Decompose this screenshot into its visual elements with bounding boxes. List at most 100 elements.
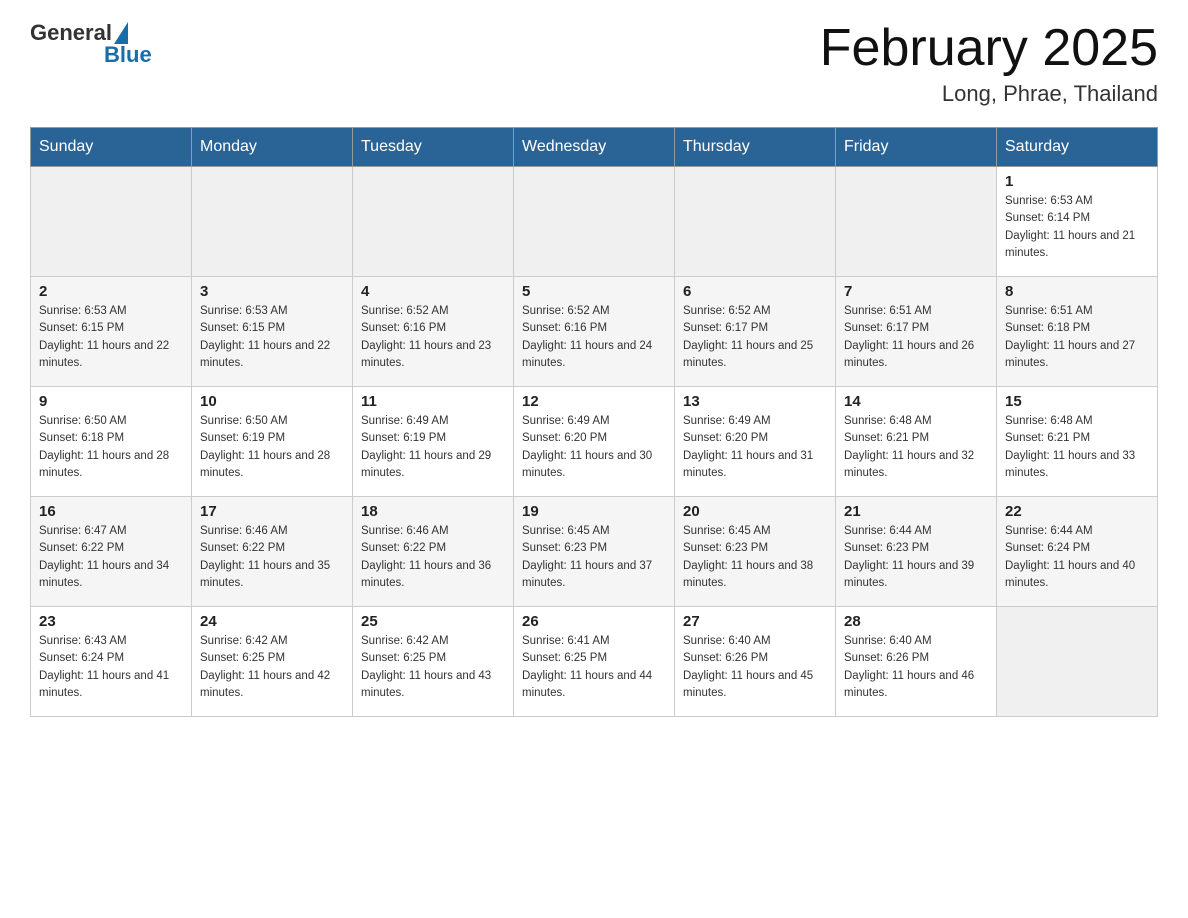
calendar-day-cell (514, 167, 675, 277)
day-info: Sunrise: 6:44 AMSunset: 6:23 PMDaylight:… (844, 523, 988, 592)
calendar-day-cell: 12 Sunrise: 6:49 AMSunset: 6:20 PMDayligh… (514, 387, 675, 497)
day-number: 20 (683, 503, 827, 520)
calendar-day-cell: 10 Sunrise: 6:50 AMSunset: 6:19 PMDayligh… (192, 387, 353, 497)
weekday-header-tuesday: Tuesday (353, 128, 514, 167)
calendar-week-row: 2 Sunrise: 6:53 AMSunset: 6:15 PMDaylight… (31, 277, 1158, 387)
calendar-day-cell: 23 Sunrise: 6:43 AMSunset: 6:24 PMDayligh… (31, 607, 192, 717)
calendar-day-cell: 28 Sunrise: 6:40 AMSunset: 6:26 PMDayligh… (836, 607, 997, 717)
calendar-week-row: 23 Sunrise: 6:43 AMSunset: 6:24 PMDayligh… (31, 607, 1158, 717)
calendar-day-cell (31, 167, 192, 277)
day-number: 2 (39, 283, 183, 300)
day-info: Sunrise: 6:52 AMSunset: 6:16 PMDaylight:… (361, 303, 505, 372)
calendar-day-cell: 27 Sunrise: 6:40 AMSunset: 6:26 PMDayligh… (675, 607, 836, 717)
calendar-day-cell: 20Sunrise: 6:45 AMSunset: 6:23 PMDayligh… (675, 497, 836, 607)
day-info: Sunrise: 6:49 AMSunset: 6:20 PMDaylight:… (522, 413, 666, 482)
day-number: 7 (844, 283, 988, 300)
calendar-day-cell: 19Sunrise: 6:45 AMSunset: 6:23 PMDayligh… (514, 497, 675, 607)
day-number: 24 (200, 613, 344, 630)
day-info: Sunrise: 6:49 AMSunset: 6:20 PMDaylight:… (683, 413, 827, 482)
day-number: 22 (1005, 503, 1149, 520)
calendar-table: SundayMondayTuesdayWednesdayThursdayFrid… (30, 127, 1158, 717)
day-number: 23 (39, 613, 183, 630)
day-info: Sunrise: 6:49 AMSunset: 6:19 PMDaylight:… (361, 413, 505, 482)
day-number: 26 (522, 613, 666, 630)
day-number: 3 (200, 283, 344, 300)
calendar-day-cell: 13 Sunrise: 6:49 AMSunset: 6:20 PMDayligh… (675, 387, 836, 497)
day-number: 12 (522, 393, 666, 410)
day-info: Sunrise: 6:42 AMSunset: 6:25 PMDaylight:… (361, 633, 505, 702)
calendar-week-row: 1Sunrise: 6:53 AMSunset: 6:14 PMDaylight… (31, 167, 1158, 277)
calendar-day-cell: 2 Sunrise: 6:53 AMSunset: 6:15 PMDaylight… (31, 277, 192, 387)
day-number: 4 (361, 283, 505, 300)
day-info: Sunrise: 6:53 AMSunset: 6:15 PMDaylight:… (200, 303, 344, 372)
logo: General Blue (30, 20, 152, 68)
calendar-week-row: 9 Sunrise: 6:50 AMSunset: 6:18 PMDaylight… (31, 387, 1158, 497)
day-number: 27 (683, 613, 827, 630)
calendar-day-cell: 3 Sunrise: 6:53 AMSunset: 6:15 PMDaylight… (192, 277, 353, 387)
weekday-header-friday: Friday (836, 128, 997, 167)
calendar-day-cell (192, 167, 353, 277)
day-info: Sunrise: 6:50 AMSunset: 6:19 PMDaylight:… (200, 413, 344, 482)
day-info: Sunrise: 6:46 AMSunset: 6:22 PMDaylight:… (361, 523, 505, 592)
day-number: 13 (683, 393, 827, 410)
calendar-day-cell: 21Sunrise: 6:44 AMSunset: 6:23 PMDayligh… (836, 497, 997, 607)
calendar-day-cell: 24 Sunrise: 6:42 AMSunset: 6:25 PMDayligh… (192, 607, 353, 717)
day-number: 6 (683, 283, 827, 300)
day-info: Sunrise: 6:43 AMSunset: 6:24 PMDaylight:… (39, 633, 183, 702)
calendar-day-cell: 11Sunrise: 6:49 AMSunset: 6:19 PMDayligh… (353, 387, 514, 497)
day-info: Sunrise: 6:51 AMSunset: 6:18 PMDaylight:… (1005, 303, 1149, 372)
day-info: Sunrise: 6:41 AMSunset: 6:25 PMDaylight:… (522, 633, 666, 702)
calendar-day-cell: 6 Sunrise: 6:52 AMSunset: 6:17 PMDaylight… (675, 277, 836, 387)
day-number: 14 (844, 393, 988, 410)
calendar-day-cell: 18 Sunrise: 6:46 AMSunset: 6:22 PMDayligh… (353, 497, 514, 607)
calendar-day-cell (353, 167, 514, 277)
calendar-day-cell: 9 Sunrise: 6:50 AMSunset: 6:18 PMDaylight… (31, 387, 192, 497)
calendar-day-cell: 1Sunrise: 6:53 AMSunset: 6:14 PMDaylight… (997, 167, 1158, 277)
day-info: Sunrise: 6:53 AMSunset: 6:14 PMDaylight:… (1005, 193, 1149, 262)
calendar-day-cell: 8 Sunrise: 6:51 AMSunset: 6:18 PMDaylight… (997, 277, 1158, 387)
day-info: Sunrise: 6:52 AMSunset: 6:17 PMDaylight:… (683, 303, 827, 372)
day-info: Sunrise: 6:48 AMSunset: 6:21 PMDaylight:… (1005, 413, 1149, 482)
day-info: Sunrise: 6:52 AMSunset: 6:16 PMDaylight:… (522, 303, 666, 372)
logo-blue-text: Blue (104, 42, 152, 68)
weekday-header-saturday: Saturday (997, 128, 1158, 167)
page-header: General Blue February 2025 Long, Phrae, … (30, 20, 1158, 107)
day-number: 15 (1005, 393, 1149, 410)
day-number: 5 (522, 283, 666, 300)
day-info: Sunrise: 6:46 AMSunset: 6:22 PMDaylight:… (200, 523, 344, 592)
calendar-day-cell: 17 Sunrise: 6:46 AMSunset: 6:22 PMDayligh… (192, 497, 353, 607)
day-info: Sunrise: 6:48 AMSunset: 6:21 PMDaylight:… (844, 413, 988, 482)
day-number: 28 (844, 613, 988, 630)
weekday-header-thursday: Thursday (675, 128, 836, 167)
calendar-day-cell: 25 Sunrise: 6:42 AMSunset: 6:25 PMDayligh… (353, 607, 514, 717)
calendar-day-cell: 16 Sunrise: 6:47 AMSunset: 6:22 PMDayligh… (31, 497, 192, 607)
day-number: 16 (39, 503, 183, 520)
day-number: 17 (200, 503, 344, 520)
calendar-day-cell: 4 Sunrise: 6:52 AMSunset: 6:16 PMDaylight… (353, 277, 514, 387)
day-info: Sunrise: 6:47 AMSunset: 6:22 PMDaylight:… (39, 523, 183, 592)
day-number: 25 (361, 613, 505, 630)
weekday-header-wednesday: Wednesday (514, 128, 675, 167)
day-info: Sunrise: 6:53 AMSunset: 6:15 PMDaylight:… (39, 303, 183, 372)
weekday-header-sunday: Sunday (31, 128, 192, 167)
day-number: 9 (39, 393, 183, 410)
day-number: 10 (200, 393, 344, 410)
calendar-day-cell (836, 167, 997, 277)
calendar-day-cell: 26 Sunrise: 6:41 AMSunset: 6:25 PMDayligh… (514, 607, 675, 717)
day-number: 8 (1005, 283, 1149, 300)
day-info: Sunrise: 6:44 AMSunset: 6:24 PMDaylight:… (1005, 523, 1149, 592)
calendar-week-row: 16 Sunrise: 6:47 AMSunset: 6:22 PMDayligh… (31, 497, 1158, 607)
calendar-day-cell: 5 Sunrise: 6:52 AMSunset: 6:16 PMDaylight… (514, 277, 675, 387)
day-info: Sunrise: 6:50 AMSunset: 6:18 PMDaylight:… (39, 413, 183, 482)
day-number: 19 (522, 503, 666, 520)
day-info: Sunrise: 6:40 AMSunset: 6:26 PMDaylight:… (844, 633, 988, 702)
day-info: Sunrise: 6:42 AMSunset: 6:25 PMDaylight:… (200, 633, 344, 702)
calendar-day-cell: 14 Sunrise: 6:48 AMSunset: 6:21 PMDayligh… (836, 387, 997, 497)
logo-triangle-icon (114, 22, 128, 44)
day-number: 18 (361, 503, 505, 520)
calendar-day-cell: 15 Sunrise: 6:48 AMSunset: 6:21 PMDayligh… (997, 387, 1158, 497)
day-info: Sunrise: 6:40 AMSunset: 6:26 PMDaylight:… (683, 633, 827, 702)
calendar-day-cell: 22 Sunrise: 6:44 AMSunset: 6:24 PMDayligh… (997, 497, 1158, 607)
weekday-header-row: SundayMondayTuesdayWednesdayThursdayFrid… (31, 128, 1158, 167)
location-title: Long, Phrae, Thailand (820, 81, 1158, 107)
